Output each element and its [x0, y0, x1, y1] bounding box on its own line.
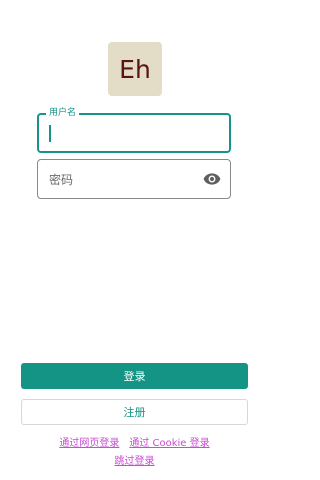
- password-field[interactable]: 密码: [37, 159, 231, 199]
- login-screen: Eh 用户名 密码 登录 注册 通过网页登录 通过 Cookie 登录 跳过登录: [0, 0, 269, 480]
- cookie-login-link[interactable]: 通过 Cookie 登录: [129, 438, 209, 449]
- alt-login-links: 通过网页登录 通过 Cookie 登录: [0, 437, 269, 451]
- eye-icon[interactable]: [203, 172, 221, 186]
- username-label: 用户名: [46, 107, 80, 119]
- register-button-label: 注册: [123, 406, 146, 419]
- login-button[interactable]: 登录: [21, 363, 248, 389]
- login-button-label: 登录: [123, 370, 146, 383]
- password-placeholder: 密码: [49, 173, 74, 187]
- username-field[interactable]: 用户名: [37, 107, 231, 153]
- register-button[interactable]: 注册: [21, 399, 248, 425]
- skip-login-link[interactable]: 跳过登录: [115, 456, 155, 467]
- web-login-link[interactable]: 通过网页登录: [59, 438, 119, 449]
- app-logo-text: Eh: [119, 54, 151, 84]
- app-logo: Eh: [108, 42, 162, 96]
- skip-login-row: 跳过登录: [0, 455, 269, 469]
- text-cursor: [49, 125, 51, 142]
